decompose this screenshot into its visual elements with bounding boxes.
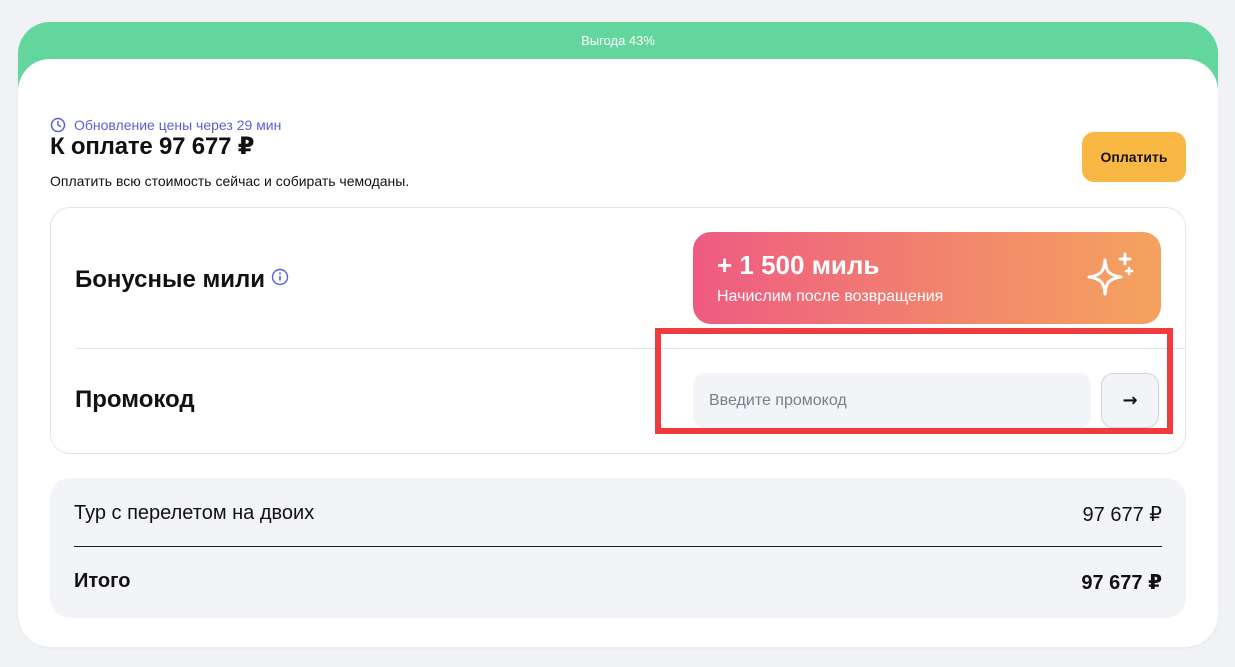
summary-row-value: 97 677 ₽ bbox=[1082, 504, 1162, 526]
bonus-miles-heading: Бонусные мили bbox=[75, 266, 289, 294]
price-summary: Тур с перелетом на двоих 97 677 ₽ Итого … bbox=[50, 478, 1186, 618]
page-subtitle: Оплатить всю стоимость сейчас и собирать… bbox=[50, 173, 410, 189]
price-update-timer: Обновление цены через 29 мин bbox=[50, 117, 281, 133]
payment-card: Обновление цены через 29 мин К оплате 97… bbox=[18, 59, 1218, 647]
bonus-miles-label: Бонусные мили bbox=[75, 266, 266, 293]
miles-note: Начислим после возвращения bbox=[717, 288, 944, 305]
total-row: Итого 97 677 ₽ bbox=[74, 570, 1162, 595]
discount-banner: Выгода 43% bbox=[581, 33, 655, 48]
arrow-right-icon: → bbox=[1122, 390, 1138, 411]
summary-divider bbox=[74, 546, 1162, 547]
pay-button[interactable]: Оплатить bbox=[1082, 132, 1186, 182]
sparkle-icon bbox=[1087, 252, 1134, 296]
total-label: Итого bbox=[74, 570, 131, 592]
section-divider bbox=[75, 348, 1186, 349]
bonus-miles-card: + 1 500 миль Начислим после возвращения bbox=[693, 232, 1161, 324]
promo-code-input[interactable] bbox=[693, 373, 1091, 428]
promo-submit-button[interactable]: → bbox=[1101, 373, 1159, 428]
total-value: 97 677 ₽ bbox=[1081, 572, 1162, 594]
checkout-panel: Выгода 43% Обновление цены через 29 мин … bbox=[18, 22, 1218, 647]
clock-icon bbox=[50, 117, 66, 133]
page-title: К оплате 97 677 ₽ bbox=[50, 133, 255, 160]
timer-text: Обновление цены через 29 мин bbox=[74, 117, 282, 133]
info-icon[interactable] bbox=[271, 268, 289, 286]
miles-amount: + 1 500 миль bbox=[717, 250, 880, 280]
bonus-promo-box: Бонусные мили + 1 500 миль Начислим посл… bbox=[50, 207, 1186, 454]
summary-row-label: Тур с перелетом на двоих bbox=[74, 502, 315, 524]
promo-code-label: Промокод bbox=[75, 386, 195, 413]
summary-row: Тур с перелетом на двоих 97 677 ₽ bbox=[74, 502, 1162, 527]
